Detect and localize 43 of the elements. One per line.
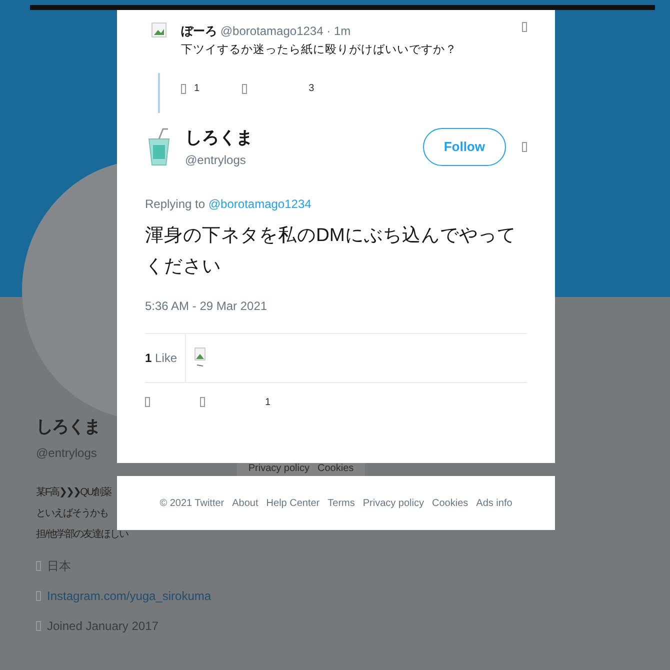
author-handle: @entrylogs xyxy=(185,152,247,168)
follow-button[interactable]: Follow xyxy=(422,128,506,166)
reply-count: 1 xyxy=(194,82,200,96)
tweet-text: 下ツイするか迷ったら紙に殴りがけばいいですか？ xyxy=(181,42,458,58)
missing-glyph-icon xyxy=(522,22,527,32)
footer-link[interactable]: Help Center xyxy=(266,496,320,510)
broken-image-icon xyxy=(151,22,167,38)
missing-glyph-icon xyxy=(181,84,186,94)
bio-line: 担/他学部の友達ほしい xyxy=(36,528,128,542)
footer-link[interactable]: Terms xyxy=(328,496,355,510)
missing-glyph-icon xyxy=(36,560,41,570)
bio-line: 某F高❯❯❯QU創薬 xyxy=(36,486,112,500)
footer-link[interactable]: About xyxy=(232,496,258,510)
footer-link[interactable]: Cookies xyxy=(432,496,468,510)
thread-line xyxy=(158,73,160,113)
likes-count[interactable]: 1 Like xyxy=(145,332,186,382)
bio-line: といえばそうかも xyxy=(36,506,108,520)
missing-glyph-icon xyxy=(522,142,527,152)
footer-link[interactable]: © 2021 Twitter xyxy=(160,496,224,510)
author-handle: @borotamago1234 xyxy=(220,24,324,38)
replying-to-text: Replying to @borotamago1234 xyxy=(145,196,312,212)
missing-glyph-icon xyxy=(200,397,205,407)
author-name: ぼーろ xyxy=(181,24,217,38)
missing-glyph-icon xyxy=(36,590,41,600)
missing-glyph-icon xyxy=(36,620,41,630)
missing-glyph-icon xyxy=(242,84,247,94)
tweet-timestamp: 5:36 AM - 29 Mar 2021 xyxy=(145,298,268,314)
profile-location: 日本 xyxy=(47,558,71,574)
author-name: しろくま xyxy=(185,127,254,149)
like-count: 1 xyxy=(265,396,271,410)
footer-link[interactable]: Privacy policy xyxy=(248,463,310,475)
missing-glyph-icon xyxy=(145,397,150,407)
footer-link[interactable]: Cookies xyxy=(318,463,354,475)
profile-name: しろくま xyxy=(36,416,101,438)
mention-link[interactable]: @borotamago1234 xyxy=(208,196,312,210)
profile-joined-date: Joined January 2017 xyxy=(47,618,158,634)
footer-link[interactable]: Ads info xyxy=(476,496,512,510)
like-count: 3 xyxy=(308,82,314,96)
tweet-time: · 1m xyxy=(326,24,351,38)
broken-image-icon xyxy=(194,346,206,368)
profile-handle: @entrylogs xyxy=(36,444,98,462)
footer-link[interactable]: Privacy policy xyxy=(362,496,424,510)
tweet-text: 渾身の下ネタを私のDMにぶち込んでやってください xyxy=(145,222,517,278)
